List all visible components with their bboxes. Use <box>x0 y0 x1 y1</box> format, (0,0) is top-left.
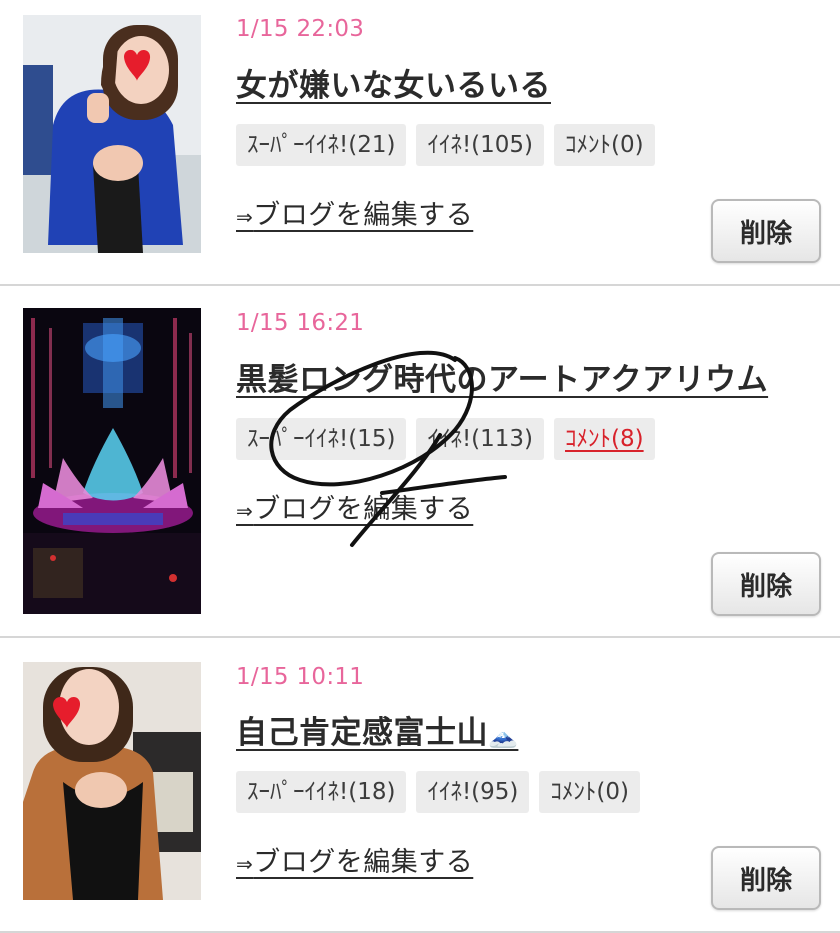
reaction-badges: ｽｰﾊﾟｰｲｲﾈ!(21) ｲｲﾈ!(105) ｺﾒﾝﾄ(0) <box>236 124 655 166</box>
reaction-badges: ｽｰﾊﾟｰｲｲﾈ!(15) ｲｲﾈ!(113) ｺﾒﾝﾄ(8) <box>236 418 655 460</box>
like-badge[interactable]: ｲｲﾈ!(95) <box>416 771 530 813</box>
post-title[interactable]: 自己肯定感富士山🗻 <box>236 707 518 752</box>
edit-blog-label: ブログを編集する <box>253 847 474 878</box>
post-title-text: 自己肯定感富士山 <box>236 715 488 751</box>
post-date: 1/15 10:11 <box>236 664 365 690</box>
delete-button[interactable]: 削除 <box>711 846 821 910</box>
edit-blog-label: ブログを編集する <box>253 494 474 525</box>
super-like-badge[interactable]: ｽｰﾊﾟｰｲｲﾈ!(21) <box>236 124 407 166</box>
edit-blog-link[interactable]: ⇒ブログを編集する <box>236 487 473 526</box>
comment-badge[interactable]: ｺﾒﾝﾄ(0) <box>539 771 640 813</box>
entry-thumbnail[interactable] <box>23 15 201 253</box>
arrow-icon: ⇒ <box>236 852 254 876</box>
edit-blog-link[interactable]: ⇒ブログを編集する <box>236 840 473 879</box>
edit-blog-label: ブログを編集する <box>253 200 474 231</box>
delete-button[interactable]: 削除 <box>711 199 821 263</box>
super-like-badge[interactable]: ｽｰﾊﾟｰｲｲﾈ!(18) <box>236 771 407 813</box>
like-badge[interactable]: ｲｲﾈ!(113) <box>416 418 545 460</box>
post-title[interactable]: 黒髪ロング時代のアートアクアリウム <box>236 354 768 399</box>
blog-entry: 1/15 22:03 女が嫌いな女いるいる ｽｰﾊﾟｰｲｲﾈ!(21) ｲｲﾈ!… <box>0 0 840 286</box>
arrow-icon: ⇒ <box>236 499 254 523</box>
super-like-badge[interactable]: ｽｰﾊﾟｰｲｲﾈ!(15) <box>236 418 407 460</box>
edit-blog-link[interactable]: ⇒ブログを編集する <box>236 193 473 232</box>
reaction-badges: ｽｰﾊﾟｰｲｲﾈ!(18) ｲｲﾈ!(95) ｺﾒﾝﾄ(0) <box>236 771 640 813</box>
delete-button[interactable]: 削除 <box>711 552 821 616</box>
blog-entry: 1/15 10:11 自己肯定感富士山🗻 ｽｰﾊﾟｰｲｲﾈ!(18) ｲｲﾈ!(… <box>0 638 840 933</box>
entry-thumbnail[interactable] <box>23 308 201 614</box>
arrow-icon: ⇒ <box>236 205 254 229</box>
comment-badge[interactable]: ｺﾒﾝﾄ(8) <box>554 418 655 460</box>
entry-thumbnail[interactable] <box>23 662 201 900</box>
comment-badge[interactable]: ｺﾒﾝﾄ(0) <box>554 124 655 166</box>
like-badge[interactable]: ｲｲﾈ!(105) <box>416 124 545 166</box>
post-date: 1/15 22:03 <box>236 16 365 42</box>
post-title[interactable]: 女が嫌いな女いるいる <box>236 60 551 105</box>
post-date: 1/15 16:21 <box>236 310 365 336</box>
blog-entry: 1/15 16:21 黒髪ロング時代のアートアクアリウム ｽｰﾊﾟｰｲｲﾈ!(1… <box>0 286 840 638</box>
mount-fuji-icon: 🗻 <box>488 721 519 749</box>
